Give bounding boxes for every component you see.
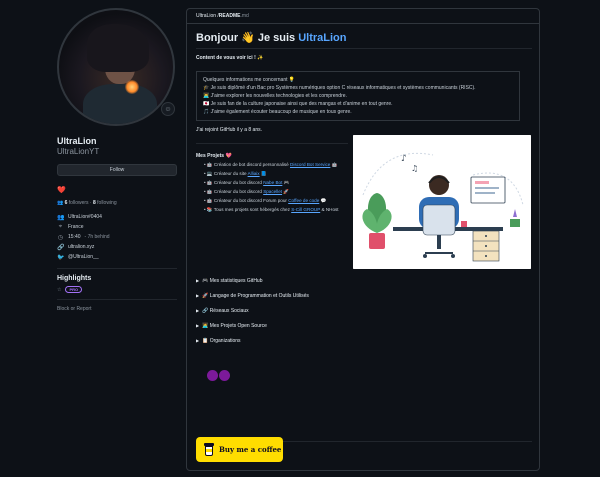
project-link[interactable]: S-Cill GROUP bbox=[291, 207, 320, 212]
wave-icon: 👋 bbox=[241, 32, 255, 44]
following-link[interactable]: 8 following bbox=[93, 200, 117, 206]
project-item: • 🤖 Créateur du bot discord Nabe Bot 🎮 bbox=[204, 180, 290, 185]
triangle-right-icon: ▶ bbox=[196, 323, 200, 328]
readme-path: UltraLion / README .md bbox=[187, 9, 539, 24]
joined-text: J'ai rejoint GitHub il y a 8 ans. bbox=[196, 127, 262, 133]
project-link[interactable]: Discord Bot Service bbox=[290, 162, 330, 167]
info-block: Quelques informations me concernant 💡 🎓 … bbox=[196, 71, 520, 121]
detail-localtime: ◷ 15:40- 7h behind bbox=[57, 234, 110, 241]
triangle-right-icon: ▶ bbox=[196, 308, 200, 313]
profile-name: UltraLion bbox=[57, 136, 97, 146]
project-link[interactable]: Nabe Bot bbox=[263, 180, 282, 185]
org-avatar[interactable] bbox=[219, 370, 230, 381]
info-line: 🎓 Je suis diplômé d'un Bac pro Systèmes … bbox=[203, 85, 476, 91]
collapsible-sections: ▶ 🎮 Mes statistiques GitHub ▶ 🚀 Langage de… bbox=[196, 273, 532, 348]
developer-illustration-svg: ♪ ♫ bbox=[353, 135, 531, 269]
project-link[interactable]: Spacellet bbox=[263, 189, 282, 194]
divider bbox=[196, 143, 348, 144]
pro-badge: PRO bbox=[65, 286, 83, 293]
divider bbox=[57, 299, 177, 300]
readme-content: Bonjour 👋 Je suis UltraLion Content de v… bbox=[196, 31, 532, 446]
coffee-label: Buy me a coffee bbox=[219, 445, 282, 454]
project-link[interactable]: Alliaix bbox=[248, 171, 260, 176]
detail-website[interactable]: 🔗 ultralion.xyz bbox=[57, 242, 179, 252]
projects-list: Mes Projets 💖 • 🤖 Création de bot discor… bbox=[196, 137, 348, 213]
project-item: • 🤖 Création de bot discord personnalisé… bbox=[204, 162, 338, 167]
link-icon: 🔗 bbox=[57, 244, 65, 251]
profile-sidebar: ☺ UltraLion UltraLionYT Follow ❤️ 👥 6 fo… bbox=[57, 8, 179, 312]
intro-text: Content de vous voir ici ! ✨ bbox=[196, 55, 264, 61]
projects-area: Mes Projets 💖 • 🤖 Création de bot discor… bbox=[196, 135, 532, 269]
followers-link[interactable]: 6 followers bbox=[65, 200, 89, 206]
divider bbox=[57, 268, 177, 269]
readme-title: Bonjour 👋 Je suis UltraLion bbox=[196, 32, 347, 44]
follow-button[interactable]: Follow bbox=[57, 164, 177, 176]
profile-login: UltraLionYT bbox=[57, 147, 100, 156]
twitter-icon: 🐦 bbox=[57, 254, 65, 261]
people-icon: 👥 bbox=[57, 200, 64, 206]
project-item: • 💻 Créateur du site Alliaix 📘 bbox=[204, 171, 267, 176]
info-line: 👨‍💻 J'aime explorer les nouvelles techno… bbox=[203, 93, 347, 99]
project-item: • 🤖 Créateur du bot discord Forum pour C… bbox=[204, 198, 327, 203]
avatar[interactable] bbox=[57, 8, 175, 126]
info-line: Quelques informations me concernant 💡 bbox=[203, 77, 296, 83]
buy-me-a-coffee-button[interactable]: Buy me a coffee bbox=[196, 437, 283, 462]
section-social[interactable]: ▶ 🔗 Réseaux Sociaux bbox=[196, 303, 532, 318]
section-languages[interactable]: ▶ 🚀 Langage de Programmation et Outils Ut… bbox=[196, 288, 532, 303]
triangle-right-icon: ▶ bbox=[196, 278, 200, 283]
block-report-link[interactable]: Block or Report bbox=[57, 306, 179, 312]
project-item: • 🤖 Créateur du bot discord Spacellet 🚀 bbox=[204, 189, 290, 194]
detail-twitter[interactable]: 🐦 @UltraLion__ bbox=[57, 252, 179, 262]
title-name: UltraLion bbox=[298, 32, 347, 44]
follow-stats: 👥 6 followers · 8 following bbox=[57, 200, 117, 206]
coffee-cup-icon bbox=[204, 443, 214, 456]
star-icon: ☆ bbox=[57, 286, 62, 293]
project-link[interactable]: Coffee de code bbox=[288, 198, 319, 203]
readme-card: UltraLion / README .md Bonjour 👋 Je suis … bbox=[186, 8, 540, 471]
profile-bio: ❤️ bbox=[57, 187, 66, 194]
org-avatar[interactable] bbox=[207, 370, 218, 381]
triangle-right-icon: ▶ bbox=[196, 293, 200, 298]
profile-details: 👥 UltraLion#0404 ⌖ France ◷ 15:40- 7h behin… bbox=[57, 212, 179, 262]
highlight-pro: ☆ PRO bbox=[57, 286, 179, 293]
info-line: 🎵 J'aime également écouter beaucoup de m… bbox=[203, 109, 352, 115]
clock-icon: ◷ bbox=[57, 234, 64, 241]
status-emoji-button[interactable]: ☺ bbox=[161, 102, 175, 116]
section-organizations[interactable]: ▶ 📋 Organizations bbox=[196, 333, 532, 348]
svg-text:♫: ♫ bbox=[411, 164, 418, 173]
smiley-icon: ☺ bbox=[164, 105, 172, 113]
project-item: • 📚 Tous mes projets sont hébergés chez … bbox=[204, 207, 339, 212]
section-github-stats[interactable]: ▶ 🎮 Mes statistiques GitHub bbox=[196, 273, 532, 288]
discord-icon: 👥 bbox=[57, 214, 65, 221]
divider bbox=[196, 48, 532, 49]
detail-location: ⌖ France bbox=[58, 223, 84, 231]
organization-avatars bbox=[207, 370, 532, 381]
projects-title: Mes Projets 💖 bbox=[196, 153, 232, 159]
triangle-right-icon: ▶ bbox=[196, 338, 200, 343]
developer-illustration: ♪ ♫ bbox=[353, 135, 531, 269]
detail-discord: 👥 UltraLion#0404 bbox=[57, 214, 102, 221]
section-open-source[interactable]: ▶ 🧑‍💻 Mes Projets Open Source bbox=[196, 318, 532, 333]
location-icon: ⌖ bbox=[58, 223, 63, 230]
highlights-title: Highlights bbox=[57, 275, 92, 282]
avatar-container: ☺ bbox=[57, 8, 179, 130]
svg-text:♪: ♪ bbox=[401, 154, 407, 164]
info-line: 🇯🇵 Je suis fan de la culture japonaise a… bbox=[203, 101, 393, 107]
